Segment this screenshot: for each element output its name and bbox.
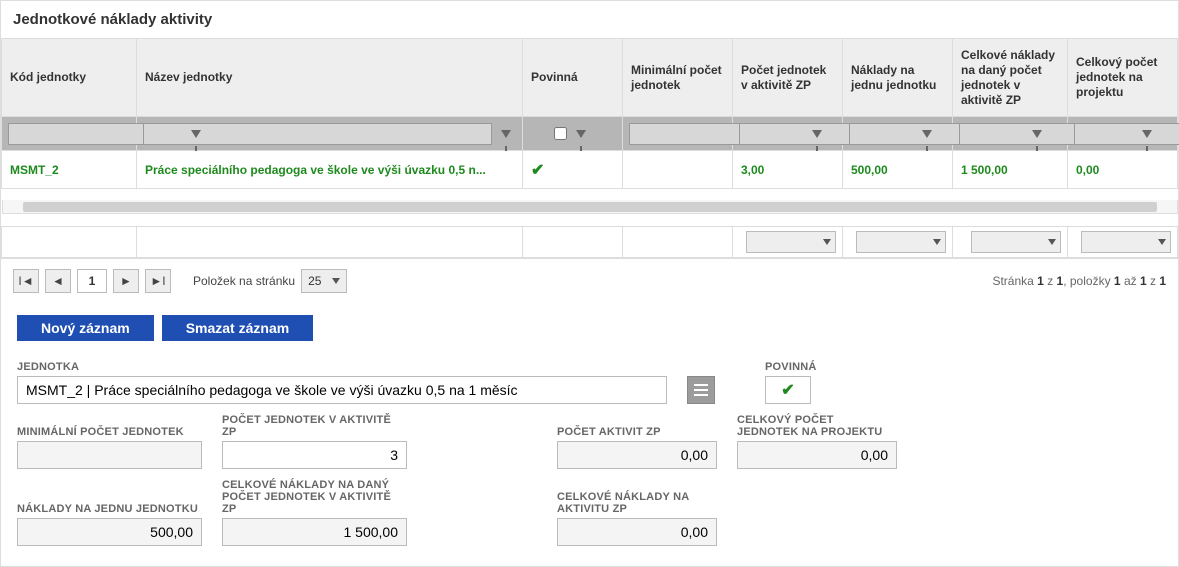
col-povinna[interactable]: Povinná xyxy=(523,39,623,117)
label-pocet-proj: CELKOVÝ POČET JEDNOTEK NA PROJEKTU xyxy=(737,414,897,438)
cell-nazev: Práce speciálního pedagoga ve škole ve v… xyxy=(137,151,523,189)
filter-row xyxy=(2,117,1178,151)
list-icon xyxy=(694,384,708,396)
pager-perpage-label: Položek na stránku xyxy=(193,274,295,288)
filter-icon[interactable] xyxy=(496,123,516,145)
min-field xyxy=(17,441,202,469)
naklady-field xyxy=(17,518,202,546)
pager-perpage-select[interactable]: 25 xyxy=(301,269,347,293)
pager-info: Stránka 1 z 1, položky 1 až 1 z 1 xyxy=(992,274,1166,288)
horizontal-scrollbar[interactable] xyxy=(2,200,1178,214)
aggregate-dropdown[interactable] xyxy=(746,231,836,253)
label-naklady: NÁKLADY NA JEDNU JEDNOTKU xyxy=(17,503,202,515)
col-nazev[interactable]: Název jednotky xyxy=(137,39,523,117)
celk-akt-field xyxy=(557,518,717,546)
pocet-aktivit-field xyxy=(557,441,717,469)
aggregate-dropdown[interactable] xyxy=(856,231,946,253)
cell-min xyxy=(623,151,733,189)
check-icon: ✔ xyxy=(531,162,544,179)
aggregate-dropdown[interactable] xyxy=(971,231,1061,253)
pocet-zp-field[interactable] xyxy=(222,441,407,469)
col-min[interactable]: Minimální počet jednotek xyxy=(623,39,733,117)
label-celk-akt: CELKOVÉ NÁKLADY NA AKTIVITU ZP xyxy=(557,491,717,515)
col-kod[interactable]: Kód jednotky xyxy=(2,39,137,117)
pager-last-icon[interactable]: ►I xyxy=(145,269,171,293)
label-min: MINIMÁLNÍ POČET JEDNOTEK xyxy=(17,426,202,438)
label-jednotka: JEDNOTKA xyxy=(17,361,667,373)
pager-page-input[interactable]: 1 xyxy=(77,269,107,293)
filter-pocet-proj[interactable] xyxy=(1074,123,1179,145)
label-celk-zp-2: POČET JEDNOTEK V AKTIVITĚ ZP xyxy=(222,491,407,515)
label-pocet-aktivit: POČET AKTIVIT ZP xyxy=(557,426,717,438)
table-row[interactable]: MSMT_2 Práce speciálního pedagoga ve ško… xyxy=(2,151,1178,189)
pager-first-icon[interactable]: I◄ xyxy=(13,269,39,293)
label-pocet-zp: POČET JEDNOTEK V AKTIVITĚ ZP xyxy=(222,414,407,438)
povinna-checkbox: ✔ xyxy=(765,376,811,404)
aggregate-dropdown[interactable] xyxy=(1081,231,1171,253)
pager-perpage-value: 25 xyxy=(308,274,321,288)
col-naklady[interactable]: Náklady na jednu jednotku xyxy=(843,39,953,117)
col-pocet-zp[interactable]: Počet jednotek v aktivitě ZP xyxy=(733,39,843,117)
pager: I◄ ◄ 1 ► ►I Položek na stránku 25 Stránk… xyxy=(1,258,1178,303)
lookup-button[interactable] xyxy=(687,376,715,404)
cell-pocet-proj: 0,00 xyxy=(1068,151,1178,189)
section-title: Jednotkové náklady aktivity xyxy=(1,1,1178,38)
pager-next-icon[interactable]: ► xyxy=(113,269,139,293)
filter-povinna-checkbox[interactable] xyxy=(554,127,567,140)
aggregate-row xyxy=(2,227,1178,258)
unit-costs-grid: Kód jednotky Název jednotky Povinná Mini… xyxy=(1,38,1178,258)
pager-prev-icon[interactable]: ◄ xyxy=(45,269,71,293)
col-pocet-proj[interactable]: Celkový počet jednotek na projektu xyxy=(1068,39,1178,117)
check-icon: ✔ xyxy=(781,380,794,400)
col-celkove-zp[interactable]: Celkové náklady na daný počet jednotek v… xyxy=(953,39,1068,117)
label-povinna: POVINNÁ xyxy=(765,361,817,373)
chevron-down-icon xyxy=(332,278,340,284)
cell-pocet-zp: 3,00 xyxy=(733,151,843,189)
filter-icon[interactable] xyxy=(571,123,591,145)
cell-kod: MSMT_2 xyxy=(2,151,137,189)
cell-naklady: 500,00 xyxy=(843,151,953,189)
jednotka-field[interactable] xyxy=(17,376,667,404)
cell-celkove-zp: 1 500,00 xyxy=(953,151,1068,189)
pocet-proj-field xyxy=(737,441,897,469)
celk-zp-field xyxy=(222,518,407,546)
delete-record-button[interactable]: Smazat záznam xyxy=(162,315,313,341)
new-record-button[interactable]: Nový záznam xyxy=(17,315,154,341)
label-celk-zp-1: CELKOVÉ NÁKLADY NA DANÝ xyxy=(222,479,407,491)
